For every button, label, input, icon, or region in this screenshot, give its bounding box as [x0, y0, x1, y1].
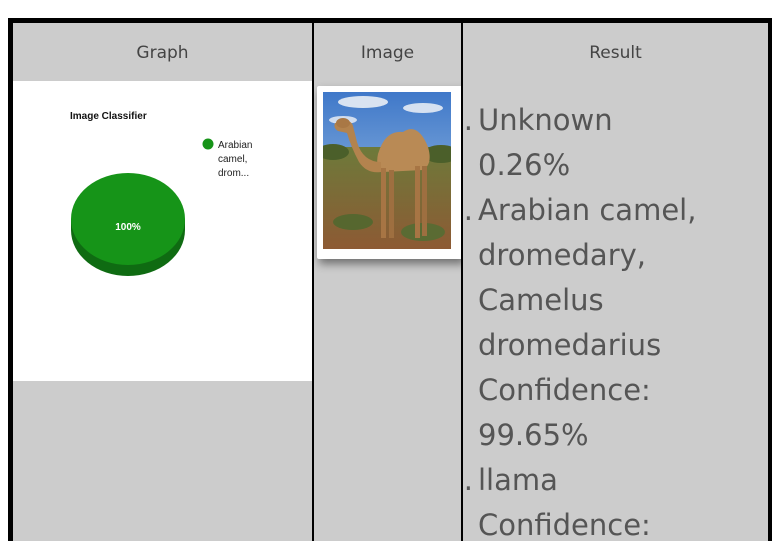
result-label: llama [478, 463, 558, 497]
pie-chart-svg: Image Classifier Arabian camel, drom... … [70, 111, 252, 276]
list-number: 3. [463, 463, 473, 497]
list-item: 1. Unknown 0.26% [463, 98, 763, 188]
legend-line-3: drom... [218, 168, 249, 179]
legend-line-1: Arabian [218, 140, 252, 151]
legend-marker [202, 138, 214, 150]
results-list: 1. Unknown 0.26% 2. Arabian camel, drome… [463, 98, 763, 541]
results-table: Graph Image Classifier Arabian camel, dr… [8, 18, 772, 541]
pie-chart: Image Classifier Arabian camel, drom... … [13, 81, 312, 381]
list-item: 3. llama Confidence: [463, 458, 763, 541]
legend-line-2: camel, [218, 154, 247, 165]
graph-header: Graph [136, 43, 189, 63]
list-number: 1. [463, 103, 473, 137]
result-label: Camelus [478, 283, 604, 317]
pie-data-label: 100% [115, 222, 141, 233]
chart-title: Image Classifier [70, 111, 147, 122]
list-item: 2. Arabian camel, dromedary, Camelus dro… [463, 188, 763, 458]
list-number: 2. [463, 193, 473, 227]
graph-column: Graph Image Classifier Arabian camel, dr… [13, 23, 312, 541]
result-confidence: 0.26% [478, 148, 571, 182]
result-column: Result 1. Unknown 0.26% 2. Arabian camel… [463, 23, 768, 541]
result-label: Unknown [478, 103, 613, 137]
image-column: Image [314, 23, 461, 541]
image-header: Image [360, 43, 415, 63]
camel-photo [323, 92, 451, 249]
result-confidence-label: Confidence: [478, 508, 651, 541]
result-header: Result [589, 43, 642, 63]
result-label: dromedarius [478, 328, 662, 362]
image-thumbnail[interactable] [317, 86, 461, 259]
result-confidence-label: Confidence: [478, 373, 651, 407]
result-confidence: 99.65% [478, 418, 589, 452]
result-label: dromedary, [478, 238, 647, 272]
result-label: Arabian camel, [478, 193, 697, 227]
pie-slice[interactable] [71, 173, 185, 265]
